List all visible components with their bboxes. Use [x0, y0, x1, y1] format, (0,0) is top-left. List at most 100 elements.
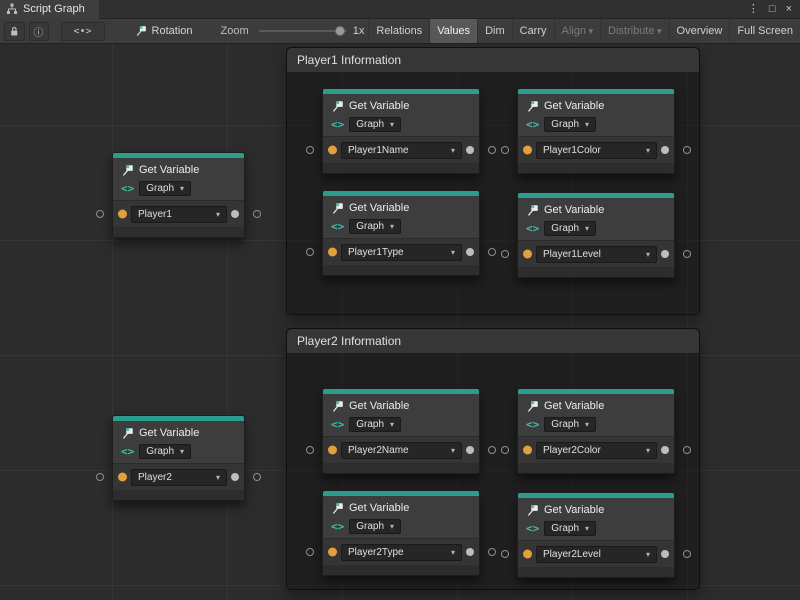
input-port-ring[interactable] — [306, 548, 314, 556]
input-port-ring[interactable] — [96, 210, 104, 218]
close-icon[interactable]: × — [786, 4, 792, 15]
value-input-port[interactable] — [328, 248, 337, 257]
script-graph-tab[interactable]: Script Graph — [0, 0, 99, 19]
variable-kind-dropdown[interactable]: Graph — [349, 117, 401, 132]
node-header: Get Variable — [518, 198, 674, 219]
input-port-ring[interactable] — [501, 146, 509, 154]
input-port-ring[interactable] — [501, 446, 509, 454]
node-get-variable-player1name[interactable]: Get Variable <> Graph Player1Name — [322, 88, 480, 174]
variable-name-dropdown[interactable]: Player2Name — [341, 442, 462, 459]
info-button[interactable]: ⓘ — [29, 22, 49, 41]
variable-kind-dropdown[interactable]: Graph — [139, 181, 191, 196]
value-output-port[interactable] — [661, 146, 669, 154]
variable-kind-dropdown[interactable]: Graph — [349, 519, 401, 534]
value-input-port[interactable] — [328, 146, 337, 155]
toolbar-button-values[interactable]: Values — [429, 19, 477, 43]
toolbar-button-align[interactable]: Align — [554, 19, 601, 43]
value-output-port[interactable] — [661, 250, 669, 258]
input-port-ring[interactable] — [501, 550, 509, 558]
input-port-ring[interactable] — [306, 248, 314, 256]
zoom-slider-knob[interactable] — [335, 26, 345, 36]
variable-name-dropdown[interactable]: Player1Name — [341, 142, 462, 159]
get-variable-icon — [526, 400, 539, 413]
output-port-ring[interactable] — [253, 473, 261, 481]
variable-name-dropdown[interactable]: Player1Level — [536, 246, 657, 263]
value-output-port[interactable] — [661, 550, 669, 558]
output-port-ring[interactable] — [488, 446, 496, 454]
node-port-row: Player2Color — [518, 436, 674, 463]
more-icon[interactable]: ⋮ — [748, 4, 759, 15]
node-get-variable-player1color[interactable]: Get Variable <> Graph Player1Color — [517, 88, 675, 174]
variable-name-dropdown[interactable]: Player2Type — [341, 544, 462, 561]
variable-name-dropdown[interactable]: Player2Level — [536, 546, 657, 563]
variable-name-dropdown[interactable]: Player2Color — [536, 442, 657, 459]
toolbar-button-overview[interactable]: Overview — [669, 19, 730, 43]
input-port-ring[interactable] — [306, 446, 314, 454]
variable-name-dropdown[interactable]: Player1Color — [536, 142, 657, 159]
group-header[interactable]: Player1 Information — [287, 48, 699, 72]
output-port-ring[interactable] — [488, 248, 496, 256]
graph-canvas[interactable]: Player1 Information Player2 Information … — [0, 44, 800, 600]
input-port-ring[interactable] — [306, 146, 314, 154]
output-port-ring[interactable] — [683, 446, 691, 454]
value-input-port[interactable] — [523, 146, 532, 155]
value-input-port[interactable] — [328, 548, 337, 557]
toolbar-button-relations[interactable]: Relations — [368, 19, 429, 43]
value-output-port[interactable] — [231, 210, 239, 218]
variable-kind-dropdown[interactable]: Graph — [349, 417, 401, 432]
get-variable-icon — [331, 502, 344, 515]
output-port-ring[interactable] — [488, 548, 496, 556]
variable-kind-dropdown[interactable]: Graph — [544, 417, 596, 432]
toolbar-button-dim[interactable]: Dim — [477, 19, 512, 43]
variable-kind-dropdown[interactable]: Graph — [349, 219, 401, 234]
value-output-port[interactable] — [661, 446, 669, 454]
value-output-port[interactable] — [466, 248, 474, 256]
value-output-port[interactable] — [231, 473, 239, 481]
toolbar-button-fullscreen[interactable]: Full Screen — [729, 19, 800, 43]
input-port-ring[interactable] — [96, 473, 104, 481]
lock-icon — [9, 26, 20, 37]
toolbar-button-distribute[interactable]: Distribute — [600, 19, 669, 43]
node-get-variable-player2type[interactable]: Get Variable <> Graph Player2Type — [322, 490, 480, 576]
zoom-slider[interactable] — [259, 25, 347, 37]
variable-name-dropdown[interactable]: Player1 — [131, 206, 227, 223]
maximize-icon[interactable]: □ — [769, 4, 776, 15]
value-input-port[interactable] — [118, 473, 127, 482]
input-port-ring[interactable] — [501, 250, 509, 258]
variable-name-dropdown[interactable]: Player1Type — [341, 244, 462, 261]
node-subheader: <> Graph — [323, 415, 479, 436]
node-get-variable-player2level[interactable]: Get Variable <> Graph Player2Level — [517, 492, 675, 578]
group-header[interactable]: Player2 Information — [287, 329, 699, 353]
zoom-to-fit-button[interactable]: <∙> — [61, 22, 105, 41]
value-output-port[interactable] — [466, 548, 474, 556]
variable-name-dropdown[interactable]: Player2 — [131, 469, 227, 486]
variable-kind-dropdown[interactable]: Graph — [544, 221, 596, 236]
graph-breadcrumb[interactable]: Rotation — [135, 25, 193, 37]
value-input-port[interactable] — [523, 550, 532, 559]
get-variable-icon — [121, 164, 134, 177]
toolbar-button-carry[interactable]: Carry — [512, 19, 554, 43]
output-port-ring[interactable] — [683, 146, 691, 154]
variable-kind-dropdown[interactable]: Graph — [544, 117, 596, 132]
value-input-port[interactable] — [328, 446, 337, 455]
output-port-ring[interactable] — [683, 550, 691, 558]
node-get-variable-player2name[interactable]: Get Variable <> Graph Player2Name — [322, 388, 480, 474]
node-header: Get Variable — [113, 158, 244, 179]
node-get-variable-player2color[interactable]: Get Variable <> Graph Player2Color — [517, 388, 675, 474]
node-get-variable-player1[interactable]: Get Variable <> Graph Player1 — [112, 152, 245, 238]
variable-kind-dropdown[interactable]: Graph — [544, 521, 596, 536]
output-port-ring[interactable] — [488, 146, 496, 154]
value-input-port[interactable] — [118, 210, 127, 219]
value-input-port[interactable] — [523, 446, 532, 455]
value-input-port[interactable] — [523, 250, 532, 259]
output-port-ring[interactable] — [253, 210, 261, 218]
node-get-variable-player2[interactable]: Get Variable <> Graph Player2 — [112, 415, 245, 501]
variable-kind-dropdown[interactable]: Graph — [139, 444, 191, 459]
value-output-port[interactable] — [466, 146, 474, 154]
node-get-variable-player1level[interactable]: Get Variable <> Graph Player1Level — [517, 192, 675, 278]
node-header: Get Variable — [518, 394, 674, 415]
output-port-ring[interactable] — [683, 250, 691, 258]
value-output-port[interactable] — [466, 446, 474, 454]
lock-button[interactable] — [4, 22, 25, 41]
node-get-variable-player1type[interactable]: Get Variable <> Graph Player1Type — [322, 190, 480, 276]
